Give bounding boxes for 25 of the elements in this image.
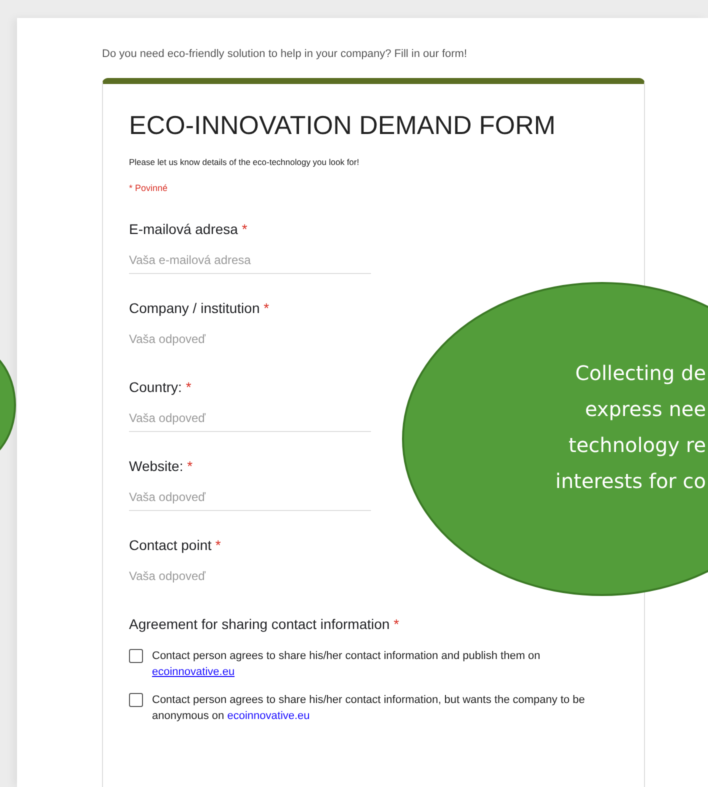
question-label: Website: * bbox=[129, 458, 194, 474]
callout-text: express nee bbox=[584, 396, 706, 423]
answer-field[interactable]: Vaša odpoveď bbox=[129, 490, 371, 511]
question-label: Country: * bbox=[129, 379, 192, 395]
website-link[interactable]: ecoinnovative.eu bbox=[227, 710, 310, 722]
question-label: Contact point * bbox=[129, 537, 222, 553]
question-label: Agreement for sharing contact information * bbox=[129, 616, 400, 632]
checkbox[interactable] bbox=[129, 693, 143, 707]
checkbox[interactable] bbox=[129, 649, 143, 663]
option-text: Contact person agrees to share his/her contact information and publish them on ecoinnovative.eu bbox=[152, 649, 542, 680]
answer-field[interactable]: Vaša odpoveď bbox=[129, 569, 371, 590]
question-label: E-mailová adresa * bbox=[129, 221, 248, 237]
intro-text: Do you need eco-friendly solution to help in your company? Fill in our form! bbox=[102, 48, 468, 60]
answer-field[interactable]: Vaša odpoveď bbox=[129, 332, 371, 353]
form-description: Please let us know details of the eco-technology you look for! bbox=[129, 157, 360, 167]
answer-field[interactable]: Vaša odpoveď bbox=[129, 411, 371, 432]
callout-text: technology re bbox=[568, 432, 706, 459]
callout-text: interests for co bbox=[555, 468, 706, 495]
form-title: ECO-INNOVATION DEMAND FORM bbox=[129, 110, 557, 141]
callout-text: Collecting de bbox=[575, 360, 706, 387]
option-text: Contact person agrees to share his/her contact information, but wants the company to be anonymous on ecoinnovative.eu bbox=[152, 693, 586, 724]
website-link[interactable]: ecoinnovative.eu bbox=[152, 666, 235, 678]
required-note: * Povinné bbox=[129, 183, 169, 193]
answer-field[interactable]: Vaša e-mailová adresa bbox=[129, 253, 371, 274]
question-label: Company / institution * bbox=[129, 300, 270, 316]
